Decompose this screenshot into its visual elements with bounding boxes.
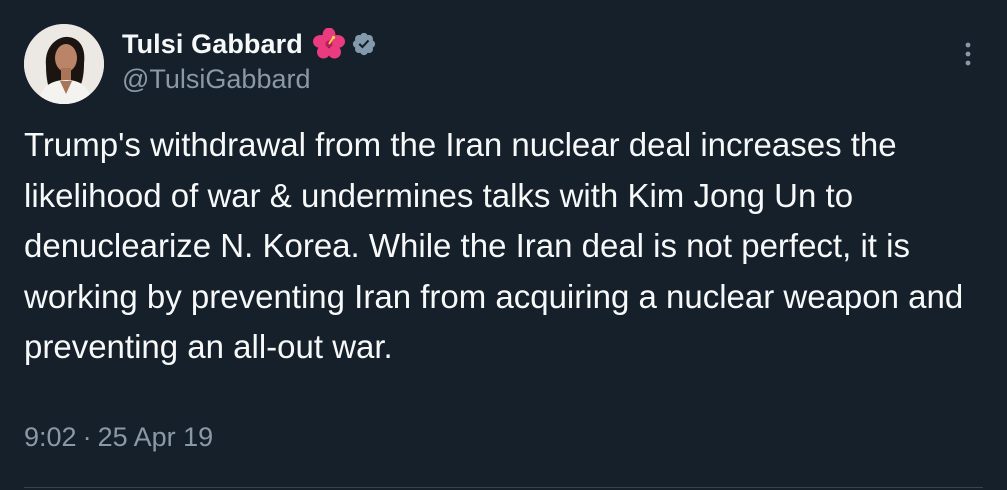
avatar-image [24, 24, 104, 104]
more-options-button[interactable] [950, 36, 986, 72]
more-options-icon [965, 42, 971, 66]
author-handle[interactable]: @TulsiGabbard [122, 64, 311, 95]
verified-badge-icon [351, 31, 377, 57]
divider [24, 487, 983, 488]
tweet-card: Tulsi Gabbard @TulsiGabbard Trump's with… [0, 0, 1007, 490]
display-name[interactable]: Tulsi Gabbard [122, 29, 303, 60]
tweet-timestamp[interactable]: 9:02 · 25 Apr 19 [24, 422, 213, 453]
author-name-row: Tulsi Gabbard [122, 27, 377, 61]
hibiscus-icon [311, 27, 347, 60]
avatar[interactable] [24, 24, 104, 104]
timestamp-separator: · [82, 422, 92, 452]
tweet-time: 9:02 [24, 422, 77, 452]
tweet-date: 25 Apr 19 [97, 422, 214, 452]
tweet-text: Trump's withdrawal from the Iran nuclear… [24, 126, 964, 365]
